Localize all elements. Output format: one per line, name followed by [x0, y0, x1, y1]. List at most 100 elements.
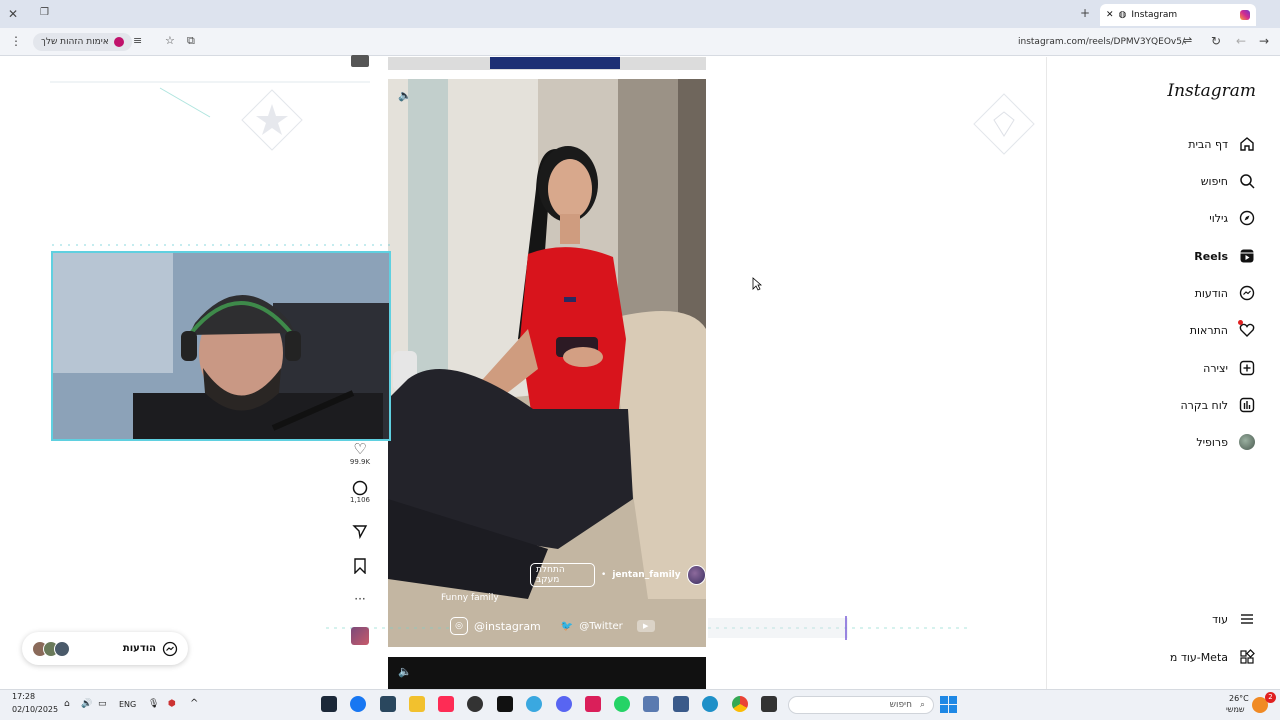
weather-temp[interactable]: 26°C: [1229, 694, 1249, 703]
home-icon: [1238, 135, 1256, 153]
nav-search[interactable]: חיפוש: [1201, 169, 1256, 193]
bookmark-star-icon[interactable]: ☆: [165, 34, 175, 48]
terminal-icon[interactable]: [761, 696, 777, 712]
store-icon[interactable]: [673, 696, 689, 712]
steam-icon[interactable]: [321, 696, 337, 712]
reload-icon[interactable]: ↻: [1211, 34, 1221, 48]
identity-pill[interactable]: אימות הזהות שלך: [33, 33, 132, 51]
browser-tab-bar: ✕ ❐ + ✕ ◍ Instagram: [0, 0, 1280, 28]
back-icon[interactable]: →: [1259, 34, 1269, 48]
battery-icon[interactable]: ▭: [98, 699, 107, 709]
instagram-logo[interactable]: Instagram: [1167, 81, 1256, 101]
share-action[interactable]: [349, 523, 371, 539]
mic-icon[interactable]: 🎙: [148, 699, 159, 709]
mute-icon[interactable]: 🔈: [398, 89, 412, 102]
facebook-icon[interactable]: [350, 696, 366, 712]
webcam-feed: [51, 251, 391, 441]
author-avatar[interactable]: [686, 565, 706, 585]
next-reel-mute-icon[interactable]: 🔈: [398, 665, 412, 678]
paper-plane-icon[interactable]: [352, 523, 368, 539]
messenger-icon: [1238, 284, 1256, 302]
nav-home[interactable]: דף הבית: [1188, 132, 1256, 156]
forward-icon[interactable]: ←: [1236, 34, 1246, 48]
notification-dot: [1238, 320, 1243, 325]
tiktok-live-icon[interactable]: [438, 696, 454, 712]
reel-video[interactable]: 🔈 התחלת מעקב • jentan_family Funny famil…: [388, 79, 706, 647]
language-indicator[interactable]: ENG: [119, 700, 136, 709]
like-action[interactable]: ♡ 99.9K: [349, 440, 371, 466]
previous-reel-audio-thumb[interactable]: [351, 55, 369, 67]
browser-app-icon[interactable]: [526, 696, 542, 712]
nav-dashboard[interactable]: לוח בקרה: [1181, 393, 1257, 417]
chrome-icon[interactable]: [732, 696, 748, 712]
reels-icon: [1238, 247, 1256, 265]
nav-notifications[interactable]: התראות: [1190, 318, 1256, 342]
nav-dashboard-label: לוח בקרה: [1180, 398, 1229, 412]
obs-icon[interactable]: [467, 696, 483, 712]
windows-start-icon[interactable]: [940, 696, 957, 713]
messages-pill[interactable]: הודעות: [22, 632, 188, 665]
nav-profile[interactable]: פרופיל: [1196, 430, 1256, 454]
menu-kebab-icon[interactable]: ⋮: [10, 34, 22, 48]
share-icon[interactable]: ⧉: [187, 34, 195, 48]
acrobat-icon[interactable]: [585, 696, 601, 712]
calculator-icon[interactable]: [643, 696, 659, 712]
plus-square-icon: [1238, 359, 1256, 377]
tab-instagram[interactable]: ✕ ◍ Instagram: [1100, 4, 1256, 26]
more-options-icon[interactable]: ···: [349, 592, 371, 606]
mouse-cursor: [752, 277, 762, 291]
whatsapp-icon[interactable]: [614, 696, 630, 712]
tab-title: Instagram: [1131, 10, 1178, 20]
taskbar-search[interactable]: חיפוש ⌕: [788, 696, 934, 714]
clock-time[interactable]: 17:28: [12, 692, 35, 701]
bookmark-icon[interactable]: [353, 558, 367, 574]
nav-reels[interactable]: Reels: [1194, 244, 1256, 268]
diamond-badge-decoration: [973, 93, 1035, 155]
nav-search-label: חיפוש: [1200, 174, 1228, 188]
nav-messages[interactable]: הודעות: [1195, 281, 1256, 305]
nav-more[interactable]: עוד: [1212, 607, 1256, 631]
weather-desc[interactable]: שמשי: [1226, 705, 1245, 714]
comments-count: 1,106: [349, 496, 371, 504]
edge-icon[interactable]: [702, 696, 718, 712]
site-settings-icon[interactable]: ⇌: [1183, 34, 1192, 48]
heart-outline-icon[interactable]: ♡: [353, 440, 366, 458]
nav-create[interactable]: יצירה: [1203, 356, 1256, 380]
save-action[interactable]: [349, 558, 371, 574]
instagram-sidebar: Instagram דף הבית חיפוש גילוי Reels הודע…: [1046, 57, 1280, 689]
address-bar[interactable]: instagram.com/reels/DPMV3YQEOv5/: [1018, 37, 1185, 47]
reel-frame: [388, 79, 706, 647]
tiktok-icon[interactable]: [497, 696, 513, 712]
new-tab-icon[interactable]: +: [1080, 6, 1090, 20]
notification-badge[interactable]: 2: [1265, 692, 1276, 703]
file-explorer-icon[interactable]: [409, 696, 425, 712]
tray-chevron-icon[interactable]: ^: [190, 698, 198, 709]
discord-icon[interactable]: [556, 696, 572, 712]
follow-button[interactable]: התחלת מעקב: [530, 563, 596, 587]
network-icon[interactable]: ⌂: [64, 699, 70, 709]
taskbar-search-placeholder: חיפוש: [889, 700, 912, 710]
close-tab-icon[interactable]: ✕: [1106, 10, 1114, 20]
comment-icon[interactable]: [352, 480, 368, 496]
clock-date[interactable]: 02/10/2025: [12, 705, 58, 714]
reading-list-icon[interactable]: ≡: [133, 34, 142, 48]
volume-icon[interactable]: 🔊: [81, 699, 92, 709]
close-window-icon[interactable]: ✕: [8, 7, 18, 21]
globe-icon: ◍: [1118, 10, 1127, 20]
comment-action[interactable]: 1,106: [349, 480, 371, 504]
tray-app-icon[interactable]: ⬢: [168, 699, 176, 709]
next-reel[interactable]: 🔈: [388, 657, 706, 689]
nav-more-label: עוד: [1212, 612, 1228, 626]
nav-home-label: דף הבית: [1188, 137, 1228, 151]
messages-pill-label: הודעות: [122, 643, 156, 654]
nav-meta[interactable]: עוד מ-Meta: [1170, 645, 1256, 669]
nav-profile-label: פרופיל: [1196, 435, 1228, 449]
reel-username[interactable]: jentan_family: [612, 570, 680, 580]
profile-dot-icon: [113, 37, 124, 47]
nav-explore[interactable]: גילוי: [1209, 206, 1256, 230]
audio-thumb[interactable]: [351, 627, 369, 645]
reel-author-row: התחלת מעקב • jentan_family: [530, 563, 706, 587]
restore-window-icon[interactable]: ❐: [40, 6, 49, 20]
steam-alt-icon[interactable]: [380, 696, 396, 712]
hamburger-icon: [1238, 610, 1256, 628]
